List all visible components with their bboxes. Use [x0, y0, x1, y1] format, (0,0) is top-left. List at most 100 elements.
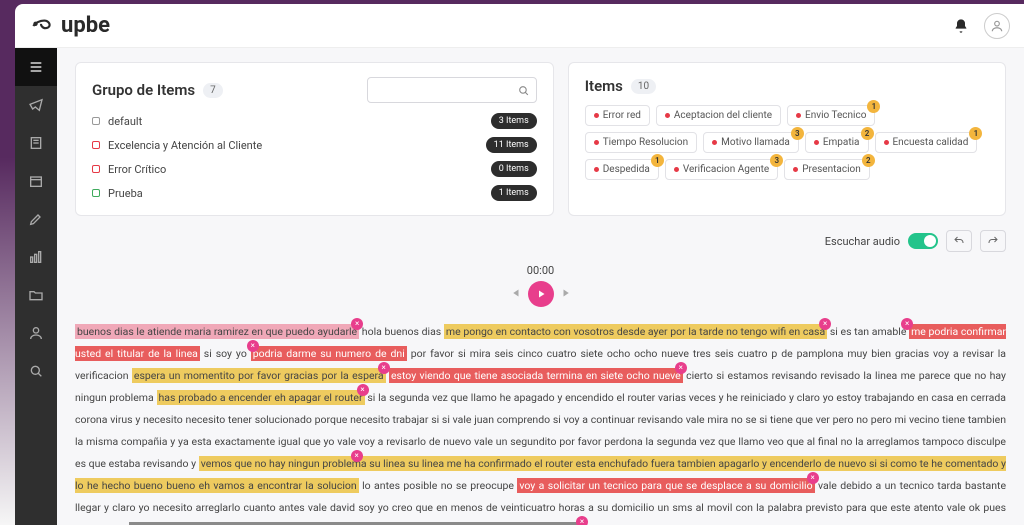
item-tag[interactable]: Envio Tecnico1 — [787, 105, 875, 126]
highlight-span[interactable]: espera un momentito por favor gracias po… — [132, 368, 386, 383]
group-dot — [92, 141, 100, 149]
tag-label: Envio Tecnico — [805, 110, 866, 121]
skip-back-icon[interactable] — [508, 285, 522, 304]
tag-label: Verificacion Agente — [683, 164, 769, 175]
tag-count: 3 — [770, 154, 783, 167]
items-title: Items — [585, 77, 623, 95]
remove-highlight-icon[interactable]: × — [576, 516, 588, 525]
tag-label: Despedida — [603, 164, 650, 175]
item-tag[interactable]: Aceptacion del cliente — [656, 105, 781, 126]
group-badge: 3 Items — [491, 113, 537, 129]
group-row[interactable]: default 3 Items — [92, 113, 537, 129]
app-window: upbe — [15, 4, 1024, 525]
item-tag[interactable]: Error red — [585, 105, 650, 126]
undo-button[interactable] — [946, 230, 972, 252]
notifications-icon[interactable] — [948, 13, 974, 39]
highlight-span[interactable]: buenos dias le atiende maria ramirez en … — [75, 324, 359, 339]
item-tag[interactable]: Encuesta calidad1 — [875, 132, 978, 153]
group-badge: 0 Items — [491, 161, 537, 177]
tag-count: 2 — [861, 127, 874, 140]
search-input[interactable] — [374, 84, 517, 96]
logo[interactable]: upbe — [29, 13, 110, 39]
group-dot — [92, 117, 100, 125]
main-content: Grupo de Items 7 default 3 Items Excelen… — [57, 48, 1024, 525]
skip-fwd-icon[interactable] — [560, 285, 574, 304]
remove-highlight-icon[interactable]: × — [357, 384, 369, 396]
group-row[interactable]: Excelencia y Atención al Cliente 11 Item… — [92, 137, 537, 153]
groups-count: 7 — [203, 83, 223, 98]
highlight-span[interactable]: me pongo en contacto con vosotros desde … — [444, 324, 827, 339]
item-tag[interactable]: Verificacion Agente3 — [665, 159, 778, 180]
sidebar — [15, 48, 57, 525]
playback-time: 00:00 — [75, 264, 1006, 277]
tag-dot — [814, 140, 819, 145]
remove-highlight-icon[interactable]: × — [351, 318, 363, 330]
transcript[interactable]: buenos dias le atiende maria ramirez en … — [75, 321, 1006, 525]
nav-folder-icon[interactable] — [15, 276, 57, 314]
item-tag[interactable]: Presentacion2 — [784, 159, 870, 180]
item-tag[interactable]: Motivo llamada3 — [703, 132, 799, 153]
group-name: Excelencia y Atención al Cliente — [108, 139, 486, 152]
tag-dot — [594, 113, 599, 118]
tag-dot — [665, 113, 670, 118]
tag-label: Tiempo Resolucion — [603, 137, 688, 148]
group-name: Prueba — [108, 187, 491, 200]
group-row[interactable]: Prueba 1 Items — [92, 185, 537, 201]
remove-highlight-icon[interactable]: × — [247, 340, 259, 352]
remove-highlight-icon[interactable]: × — [378, 362, 390, 374]
remove-highlight-icon[interactable]: × — [675, 362, 687, 374]
group-row[interactable]: Error Crítico 0 Items — [92, 161, 537, 177]
redo-button[interactable] — [980, 230, 1006, 252]
tag-dot — [796, 113, 801, 118]
items-count: 10 — [631, 79, 656, 94]
tag-count: 1 — [651, 154, 664, 167]
group-badge: 11 Items — [486, 137, 537, 153]
group-name: default — [108, 115, 491, 128]
nav-user-icon[interactable] — [15, 314, 57, 352]
nav-analytics-icon[interactable] — [15, 238, 57, 276]
group-dot — [92, 189, 100, 197]
nav-edit-icon[interactable] — [15, 200, 57, 238]
audio-toggle[interactable] — [908, 233, 938, 249]
tag-dot — [594, 140, 599, 145]
tag-label: Presentacion — [802, 164, 861, 175]
groups-search[interactable] — [367, 77, 537, 103]
nav-search-icon[interactable] — [15, 352, 57, 390]
user-avatar-icon[interactable] — [984, 13, 1010, 39]
remove-highlight-icon[interactable]: × — [807, 472, 819, 484]
item-tag[interactable]: Despedida1 — [585, 159, 659, 180]
remove-highlight-icon[interactable]: × — [901, 318, 913, 330]
tag-dot — [594, 167, 599, 172]
nav-document-icon[interactable] — [15, 124, 57, 162]
remove-highlight-icon[interactable]: × — [819, 318, 831, 330]
audio-player: 00:00 — [75, 264, 1006, 307]
highlight-span[interactable]: estoy viendo que tiene asociada termina … — [389, 368, 683, 383]
tag-count: 1 — [867, 100, 880, 113]
logo-text: upbe — [61, 13, 110, 38]
groups-title: Grupo de Items — [92, 81, 195, 99]
audio-label: Escuchar audio — [825, 235, 900, 248]
tag-dot — [793, 167, 798, 172]
groups-panel: Grupo de Items 7 default 3 Items Excelen… — [75, 62, 554, 216]
tag-label: Empatia — [823, 137, 860, 148]
item-tag[interactable]: Tiempo Resolucion — [585, 132, 697, 153]
highlight-span[interactable]: voy a solicitar un tecnico para que se d… — [517, 478, 814, 493]
tag-label: Aceptacion del cliente — [674, 110, 772, 121]
tag-dot — [884, 140, 889, 145]
item-tag[interactable]: Empatia2 — [805, 132, 869, 153]
tag-dot — [674, 167, 679, 172]
play-button[interactable] — [528, 281, 554, 307]
tag-label: Encuesta calidad — [893, 137, 969, 148]
tag-dot — [712, 140, 717, 145]
highlight-span[interactable]: podria darme su numero de dni× — [251, 346, 407, 361]
items-panel: Items 10 Error red Aceptacion del cliente… — [568, 62, 1006, 216]
remove-highlight-icon[interactable]: × — [351, 450, 363, 462]
tag-label: Motivo llamada — [721, 137, 790, 148]
nav-campaigns-icon[interactable] — [15, 86, 57, 124]
topbar: upbe — [15, 4, 1024, 48]
nav-menu-icon[interactable] — [15, 48, 57, 86]
audio-controls: Escuchar audio — [75, 230, 1006, 252]
highlight-span[interactable]: has probado a encender eh apagar el rout… — [157, 390, 365, 405]
tag-count: 1 — [969, 127, 982, 140]
nav-plan-icon[interactable] — [15, 162, 57, 200]
